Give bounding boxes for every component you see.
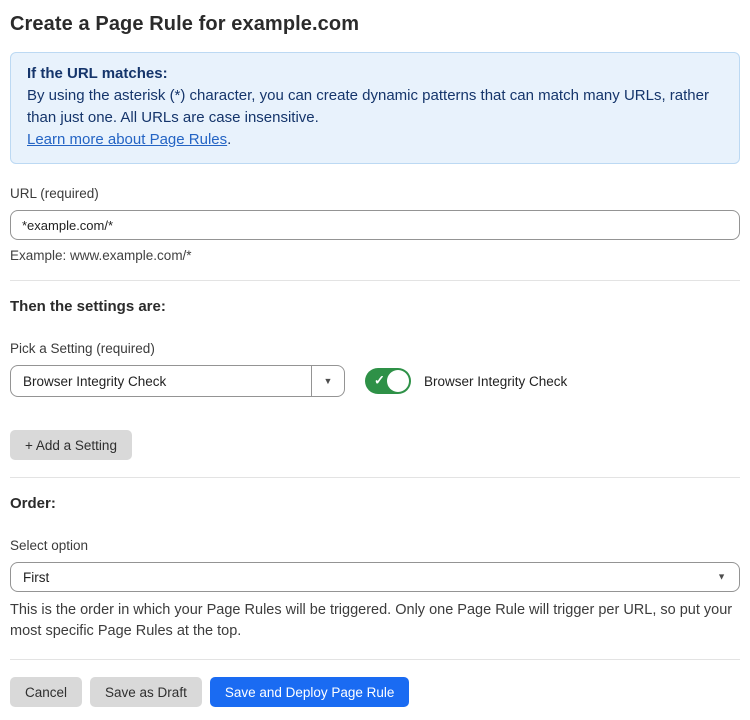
check-icon: ✓ [374,373,385,389]
order-section-heading: Order: [10,495,740,512]
order-select-value: First [11,570,739,585]
info-box-heading: If the URL matches: [27,63,723,85]
toggle-knob [387,370,409,392]
form-actions: Cancel Save as Draft Save and Deploy Pag… [10,677,740,707]
setting-picker-label: Pick a Setting (required) [10,341,740,356]
chevron-down-icon: ▼ [324,377,333,386]
settings-section-heading: Then the settings are: [10,298,740,315]
add-setting-button[interactable]: + Add a Setting [10,430,132,460]
page-title: Create a Page Rule for example.com [10,13,740,36]
setting-select-arrow-button[interactable]: ▼ [311,366,344,396]
info-box-link-line: Learn more about Page Rules. [27,129,723,151]
divider [10,280,740,281]
order-select-label: Select option [10,538,740,553]
link-period: . [227,131,231,148]
save-as-draft-button[interactable]: Save as Draft [90,677,202,707]
url-example-hint: Example: www.example.com/* [10,248,740,263]
setting-toggle-on[interactable]: ✓ [365,368,411,394]
order-help-text: This is the order in which your Page Rul… [10,600,740,642]
setting-select-value: Browser Integrity Check [11,374,311,389]
url-field-label: URL (required) [10,186,740,201]
toggle-label: Browser Integrity Check [424,374,567,389]
cancel-button[interactable]: Cancel [10,677,82,707]
divider [10,477,740,478]
page-rule-form: Create a Page Rule for example.com If th… [0,0,750,707]
url-match-info-box: If the URL matches: By using the asteris… [10,52,740,164]
learn-more-link[interactable]: Learn more about Page Rules [27,131,227,148]
url-input[interactable] [10,210,740,240]
setting-select[interactable]: Browser Integrity Check ▼ [10,365,345,397]
divider [10,659,740,660]
setting-row: Browser Integrity Check ▼ ✓ Browser Inte… [10,365,740,397]
order-select[interactable]: First ▼ [10,562,740,592]
info-box-body: By using the asterisk (*) character, you… [27,85,723,129]
chevron-down-icon: ▼ [717,573,726,582]
save-and-deploy-button[interactable]: Save and Deploy Page Rule [210,677,410,707]
